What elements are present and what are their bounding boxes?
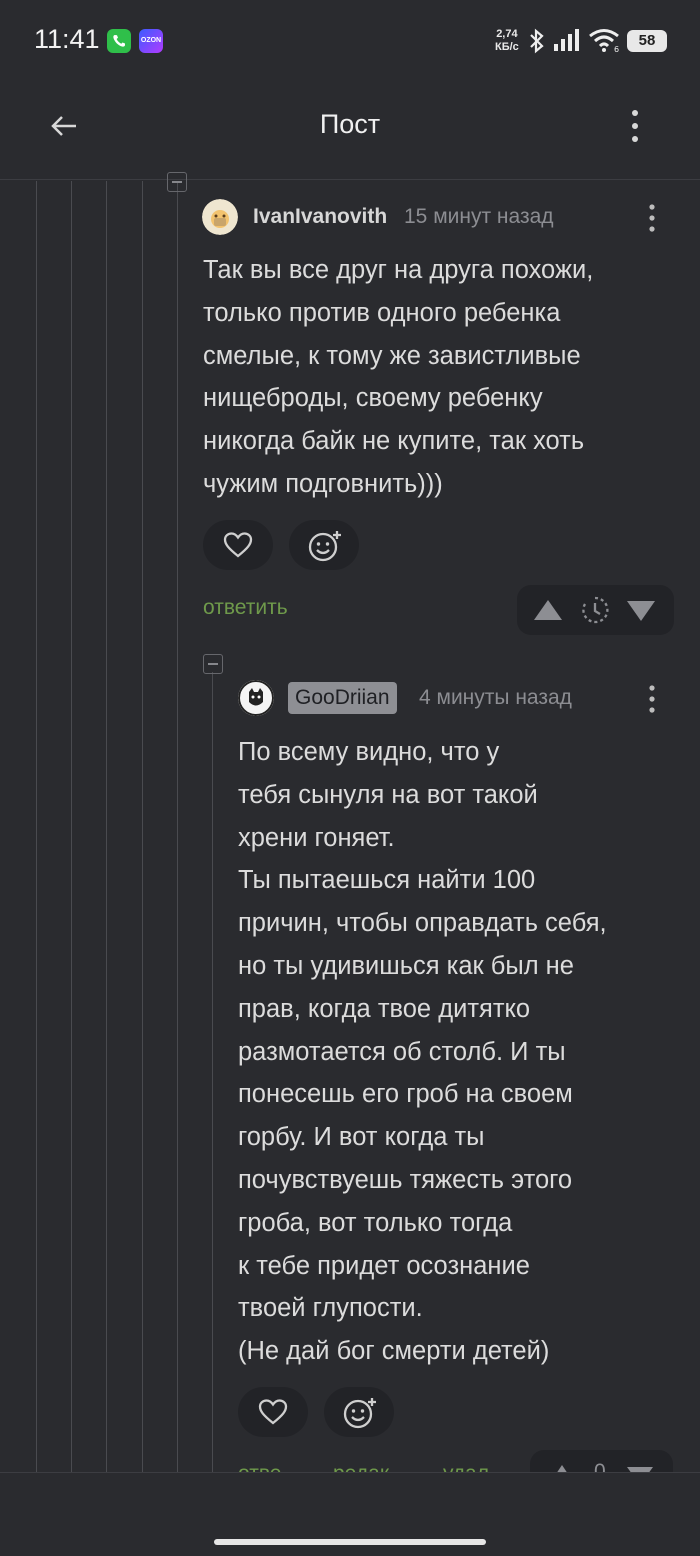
collapse-thread-button[interactable] <box>203 654 223 674</box>
avatar[interactable] <box>202 199 238 235</box>
app-bar: Пост <box>0 84 700 180</box>
downvote-button[interactable] <box>625 598 657 624</box>
upvote-button[interactable] <box>532 597 564 623</box>
like-button[interactable] <box>203 520 273 570</box>
navigation-bar <box>0 1472 700 1556</box>
signal-icon <box>554 29 579 51</box>
status-time: 11:41 <box>34 24 100 54</box>
collapse-thread-button[interactable] <box>167 172 187 192</box>
thread-line <box>36 181 37 1473</box>
add-reaction-button[interactable] <box>324 1387 394 1437</box>
add-emoji-icon <box>343 1398 376 1429</box>
comment-more-button[interactable] <box>642 200 662 236</box>
page-title: Пост <box>319 109 381 139</box>
more-options-button[interactable] <box>620 104 650 148</box>
phone-icon <box>107 29 131 53</box>
status-bar: 11:41 OZON 2,74 КБ/с 6 58 <box>0 0 700 84</box>
more-vertical-icon <box>649 204 655 232</box>
ozon-icon: OZON <box>139 29 163 53</box>
comment-author-badge[interactable]: GooDriian <box>288 682 397 714</box>
reply-link[interactable]: ответить <box>203 596 288 620</box>
heart-icon <box>223 532 253 558</box>
clock-rating-icon <box>582 596 609 624</box>
network-speed: 2,74 КБ/с <box>495 28 519 54</box>
battery-icon: 58 <box>627 30 667 52</box>
network-speed-unit: КБ/с <box>495 41 519 53</box>
comment-text: По всему видно, что у тебя сынуля на вот… <box>238 738 607 1366</box>
comment-timestamp: 15 минут назад <box>404 205 554 228</box>
like-button[interactable] <box>238 1387 308 1437</box>
comment-text: Так вы все друг на друга похожи, только … <box>203 256 594 498</box>
bluetooth-icon <box>530 28 544 54</box>
add-reaction-button[interactable] <box>289 520 359 570</box>
thread-line <box>142 181 143 1473</box>
wifi-icon: 6 <box>589 29 619 52</box>
add-emoji-icon <box>308 531 341 562</box>
network-speed-value: 2,74 <box>496 28 518 40</box>
comment-author[interactable]: IvanIvanovith <box>253 205 387 229</box>
thread-line <box>212 672 213 1472</box>
more-vertical-icon <box>632 110 638 142</box>
avatar[interactable] <box>238 680 274 716</box>
more-vertical-icon <box>649 685 655 713</box>
thread-line <box>106 181 107 1473</box>
comment-more-button[interactable] <box>642 681 662 717</box>
thread-line <box>177 181 178 1473</box>
home-indicator[interactable] <box>214 1539 486 1545</box>
vote-panel <box>517 585 674 635</box>
comment-timestamp: 4 минуты назад <box>419 686 572 709</box>
thread-line <box>71 181 72 1473</box>
svg-text:6: 6 <box>614 45 619 52</box>
heart-icon <box>258 1399 288 1425</box>
